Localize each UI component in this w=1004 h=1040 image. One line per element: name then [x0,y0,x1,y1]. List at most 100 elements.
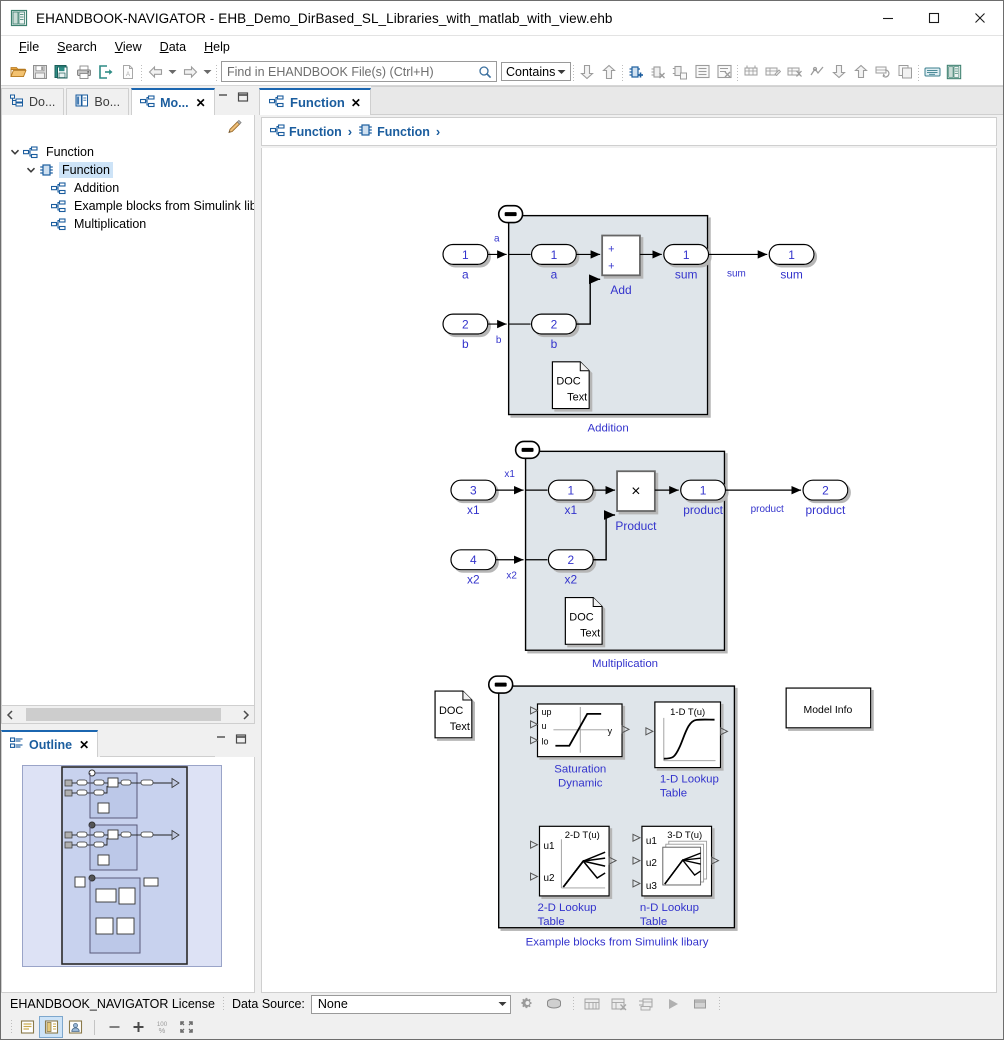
stop-icon[interactable] [690,994,711,1014]
list-icon[interactable] [691,61,713,83]
diagram-canvas-container[interactable]: 1 a a 2 b b [261,148,997,993]
calibration-delete-icon[interactable] [784,61,806,83]
arrow-down-icon[interactable] [576,61,598,83]
collapse-badge-multiplication[interactable] [516,441,540,458]
match-mode-select[interactable]: Contains [501,62,571,81]
menu-view[interactable]: View [106,38,151,56]
zoom-out-icon[interactable] [103,1017,125,1037]
play-icon[interactable] [663,994,684,1014]
forward-history-chevron-down-icon[interactable] [201,61,214,83]
tree-item-example-blocks[interactable]: Example blocks from Simulink lib [2,197,254,215]
download-icon[interactable] [828,61,850,83]
model-tree[interactable]: Function [2,141,254,705]
doc-text-block-outside[interactable]: DOC Text [435,691,472,738]
minimize-view-icon[interactable] [215,733,227,745]
tree-item-addition[interactable]: Addition [2,179,254,197]
search-box[interactable] [221,61,497,82]
print-icon[interactable] [73,61,95,83]
pencil-icon[interactable] [226,118,244,139]
tab-models[interactable]: Mo... ✕ [131,88,215,115]
measure-start-icon[interactable] [582,994,603,1014]
zoom-in-icon[interactable] [127,1017,149,1037]
menu-data[interactable]: Data [151,38,195,56]
menu-help[interactable]: Help [195,38,239,56]
tab-outline[interactable]: Outline ✕ [1,730,98,757]
calibration-edit-icon[interactable] [762,61,784,83]
interface-block-add-icon[interactable] [625,61,647,83]
breadcrumb-item-function-root[interactable]: Function [270,124,342,140]
tab-documents[interactable]: Do... [1,88,64,115]
twisty-expanded-icon[interactable] [24,161,38,179]
back-arrow-icon[interactable] [144,61,166,83]
open-folder-icon[interactable] [7,61,29,83]
outline-thumbnail[interactable] [1,757,255,993]
save-all-icon[interactable] [51,61,73,83]
search-input[interactable] [222,62,474,81]
back-history-chevron-down-icon[interactable] [166,61,179,83]
maximize-view-icon[interactable] [237,91,249,103]
close-button[interactable] [957,1,1003,35]
tree-item-function-root[interactable]: Function [2,143,254,161]
minimize-button[interactable] [865,1,911,35]
tab-bookmarks[interactable]: Bo... [66,88,129,115]
editor-tab-close-icon[interactable]: ✕ [351,96,361,110]
zoom-100-icon[interactable]: 100 % [151,1017,173,1037]
refresh-calibration-icon[interactable] [872,61,894,83]
twisty-expanded-icon[interactable] [8,143,22,161]
database-icon[interactable] [544,994,565,1014]
upload-icon[interactable] [850,61,872,83]
outline-miniature[interactable] [22,765,222,967]
collapse-badge-example-blocks[interactable] [489,676,513,693]
layout-split-icon[interactable] [40,1017,62,1037]
scroll-track[interactable] [18,708,238,721]
forward-arrow-icon[interactable] [179,61,201,83]
keyboard-icon[interactable] [921,61,943,83]
inport-x2-external[interactable]: 4 x2 [451,550,496,587]
subsystem-example-blocks[interactable]: DOC Text Model Info [435,676,871,949]
arrow-up-icon[interactable] [598,61,620,83]
tab-models-close-icon[interactable]: ✕ [196,96,206,110]
breadcrumb-item-function-sub[interactable]: Function [358,123,430,140]
zoom-fit-icon[interactable] [175,1017,197,1037]
pdf-export-icon[interactable]: A [117,61,139,83]
inport-a-external[interactable]: 1 a [443,244,488,281]
measure-stop-icon[interactable] [609,994,630,1014]
search-icon[interactable] [474,62,496,81]
outport-product-external[interactable]: 2 product [803,480,848,517]
block-remove-icon[interactable] [647,61,669,83]
measure-icon[interactable] [806,61,828,83]
doc-text-block-multiplication[interactable]: DOC Text [565,598,602,645]
collapse-badge-addition[interactable] [499,206,523,223]
inport-b-external[interactable]: 2 b [443,314,488,351]
inport-x1-external[interactable]: 3 x1 [451,480,496,517]
block-link-icon[interactable] [669,61,691,83]
list-clear-icon[interactable] [713,61,735,83]
chevron-left-icon[interactable] [2,707,18,722]
maximize-view-icon[interactable] [235,733,247,745]
tree-horizontal-scrollbar[interactable] [1,706,255,724]
settings-gear-icon[interactable] [517,994,538,1014]
tab-outline-close-icon[interactable]: ✕ [79,738,89,752]
tree-item-multiplication[interactable]: Multiplication [2,215,254,233]
inner-outport-product[interactable]: 1 product [681,480,726,517]
model-info-block[interactable]: Model Info [786,688,871,728]
maximize-button[interactable] [911,1,957,35]
menu-file[interactable]: File [10,38,48,56]
simulink-diagram[interactable]: 1 a a 2 b b [262,148,996,992]
scroll-thumb[interactable] [26,708,221,721]
product-block[interactable]: × Product [615,471,657,533]
subsystem-multiplication[interactable]: 3 x1 x1 4 x2 x2 [451,441,848,670]
minimize-view-icon[interactable] [217,91,229,103]
chevron-right-icon[interactable] [238,707,254,722]
doc-text-block-addition[interactable]: DOC Text [552,362,589,409]
editor-tab-function[interactable]: Function ✕ [259,88,371,115]
export-icon[interactable] [95,61,117,83]
save-icon[interactable] [29,61,51,83]
subsystem-addition[interactable]: 1 a a 2 b b [443,206,814,435]
menu-search[interactable]: Search [48,38,106,56]
outport-sum-external[interactable]: 1 sum [769,244,814,281]
measure-config-icon[interactable] [636,994,657,1014]
calibration-icon[interactable] [740,61,762,83]
ehandbook-doc-icon[interactable] [943,61,965,83]
layout-user-icon[interactable] [64,1017,86,1037]
